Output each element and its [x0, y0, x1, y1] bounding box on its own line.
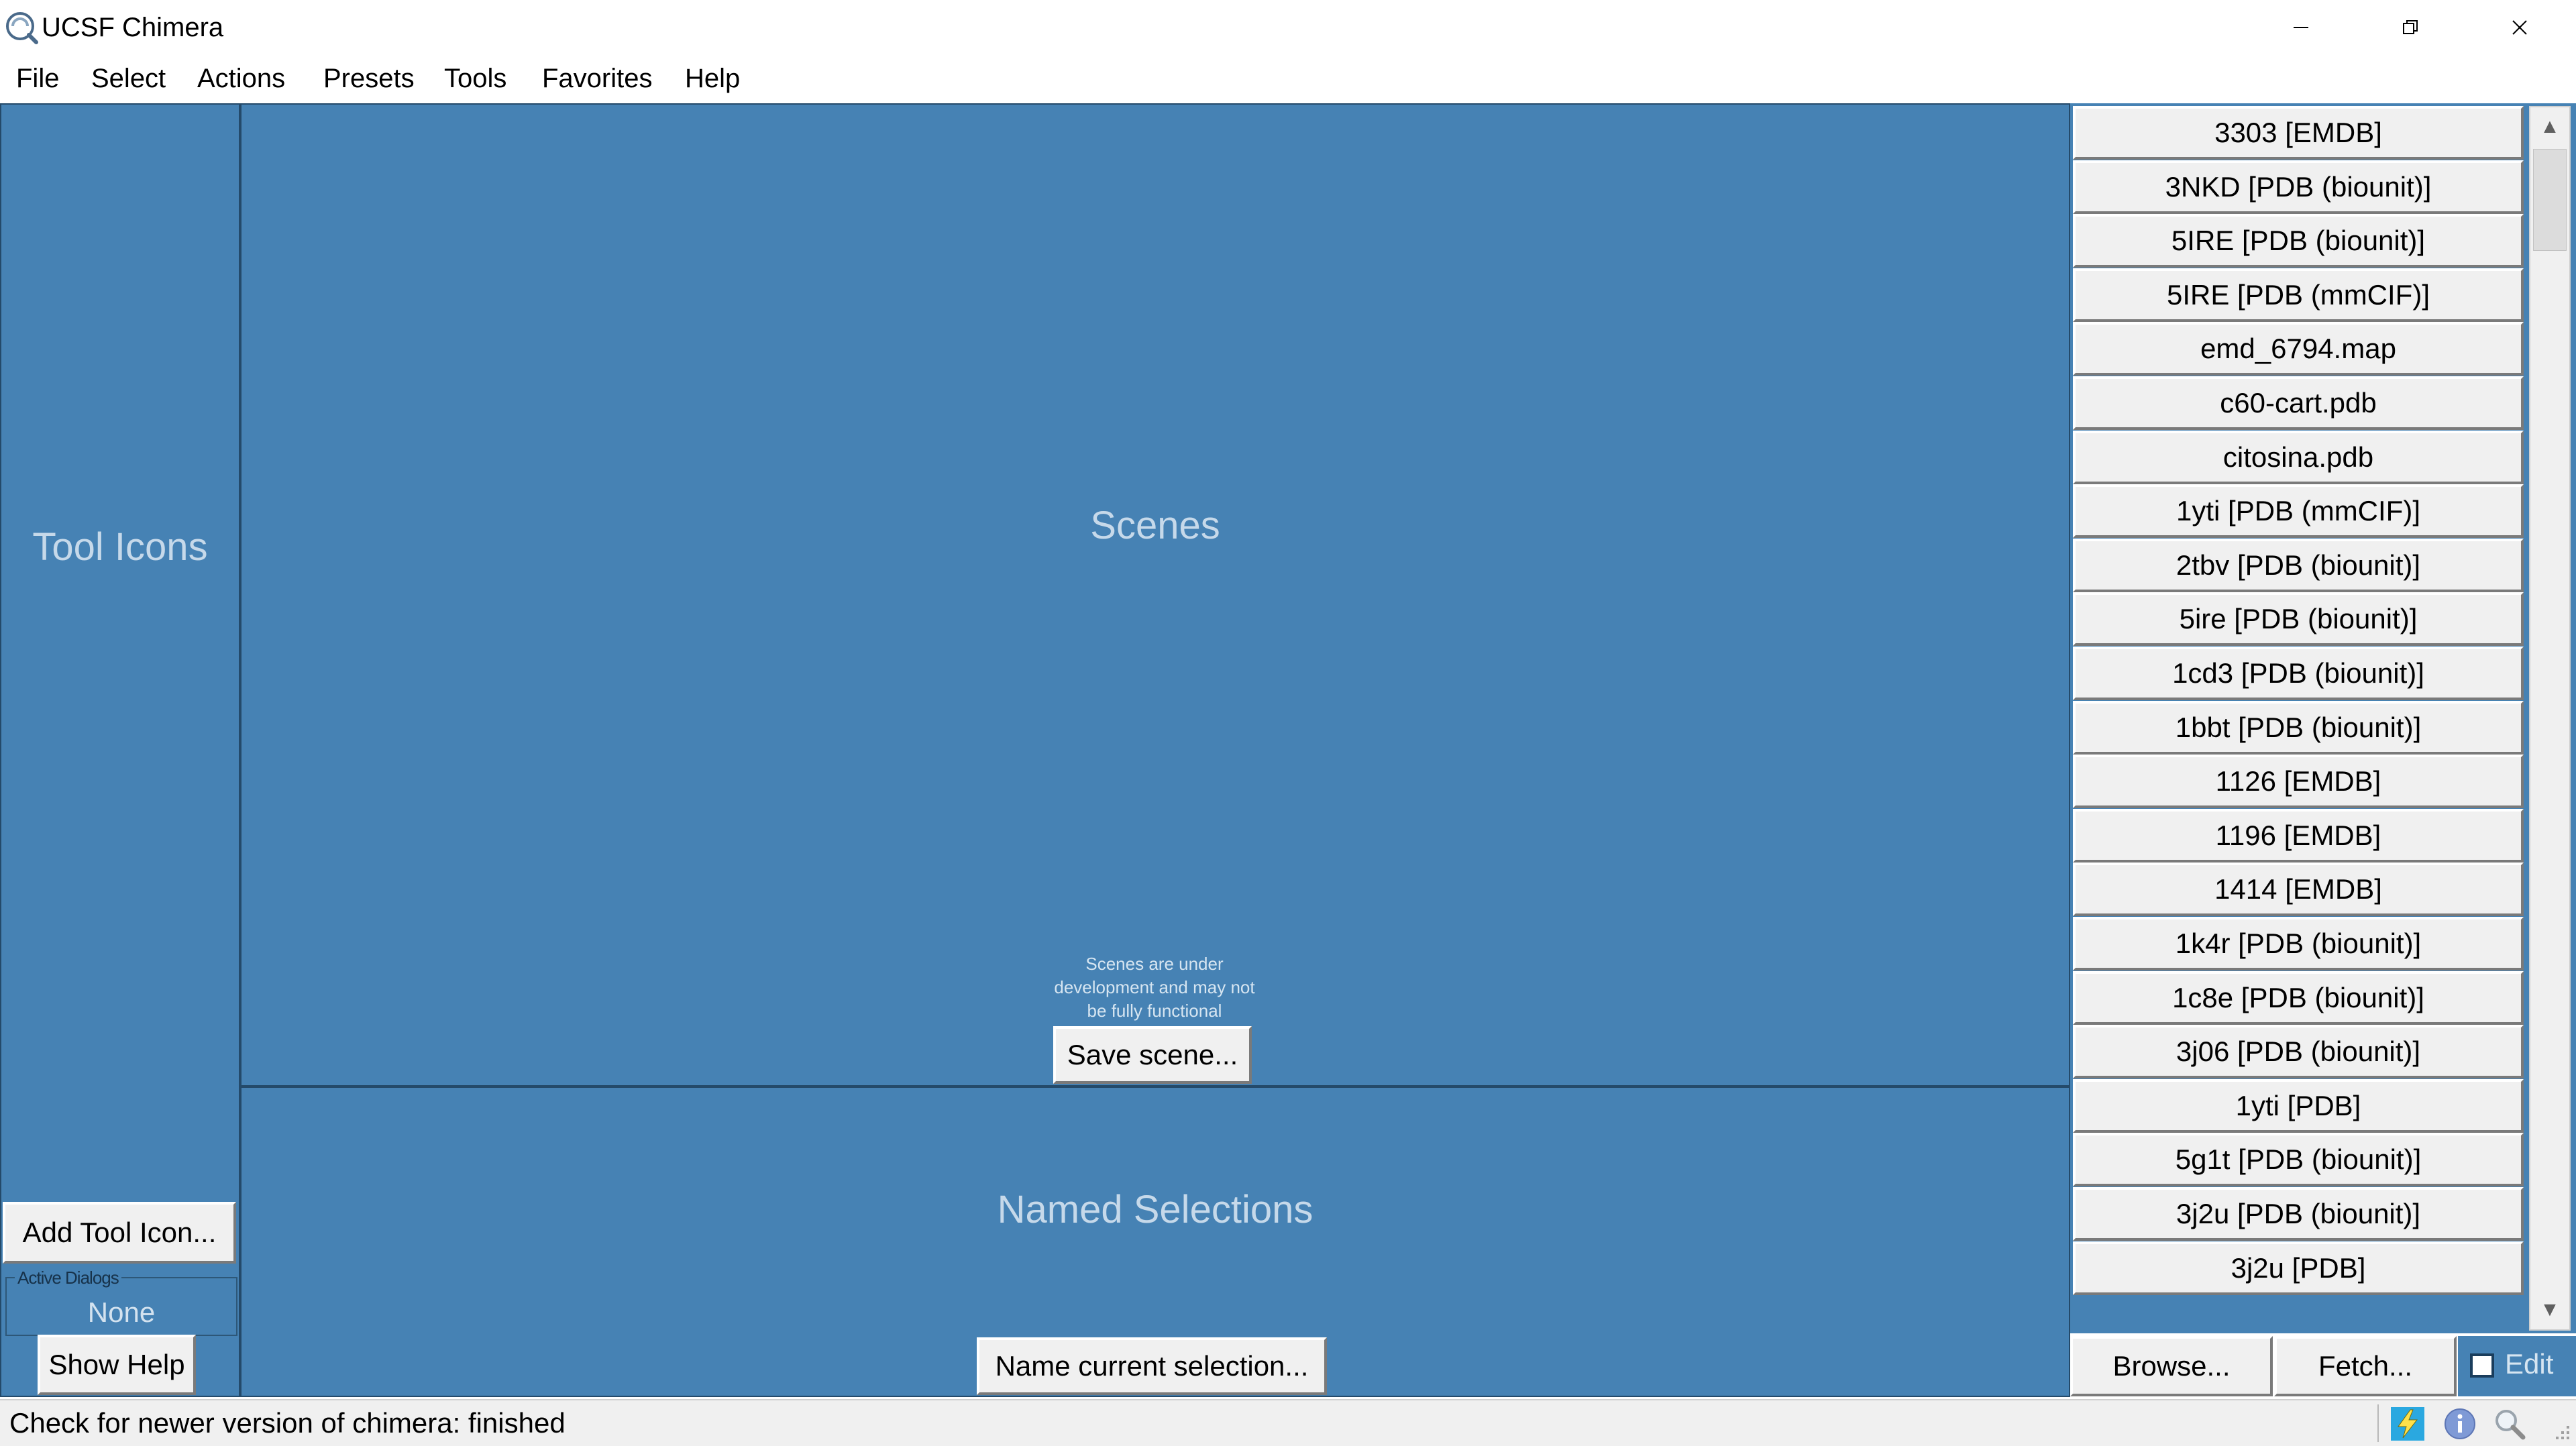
close-icon — [2512, 20, 2527, 35]
menu-file[interactable]: File — [16, 62, 59, 95]
name-current-selection-button[interactable]: Name current selection... — [977, 1337, 1327, 1395]
title-bar: UCSF Chimera — [0, 0, 2576, 55]
menu-actions[interactable]: Actions — [197, 62, 285, 95]
edit-label: Edit — [2505, 1348, 2554, 1380]
model-button[interactable]: 1k4r [PDB (biounit)] — [2073, 917, 2524, 970]
scenes-panel — [240, 103, 2070, 1087]
model-button[interactable]: 1126 [EMDB] — [2073, 755, 2524, 809]
scenes-development-note: Scenes are under development and may not… — [1054, 954, 1255, 1021]
scenes-label: Scenes — [1090, 504, 1220, 547]
browse-button[interactable]: Browse... — [2070, 1336, 2273, 1396]
restore-icon — [2403, 20, 2418, 34]
status-divider — [2377, 1404, 2379, 1442]
menu-help[interactable]: Help — [685, 62, 740, 95]
model-button[interactable]: 3j06 [PDB (biounit)] — [2073, 1025, 2524, 1079]
active-dialogs-value[interactable]: None — [5, 1296, 237, 1329]
window-title: UCSF Chimera — [42, 13, 224, 42]
menu-tools[interactable]: Tools — [444, 62, 506, 95]
minimize-button[interactable] — [2247, 0, 2355, 55]
model-list-scrollbar[interactable]: ▲ ▼ — [2529, 106, 2571, 1331]
model-button[interactable]: 1cd3 [PDB (biounit)] — [2073, 647, 2524, 700]
model-button[interactable]: 1yti [PDB] — [2073, 1078, 2524, 1133]
fetch-button[interactable]: Fetch... — [2274, 1336, 2457, 1396]
model-button[interactable]: citosina.pdb — [2073, 430, 2524, 484]
menu-favorites[interactable]: Favorites — [542, 62, 653, 95]
model-button[interactable]: 1414 [EMDB] — [2073, 863, 2524, 917]
model-button[interactable]: c60-cart.pdb — [2073, 376, 2524, 430]
model-button[interactable]: 5ire [PDB (biounit)] — [2073, 592, 2524, 647]
model-button[interactable]: 2tbv [PDB (biounit)] — [2073, 538, 2524, 592]
model-button[interactable]: 1c8e [PDB (biounit)] — [2073, 970, 2524, 1025]
edit-toggle[interactable]: Edit — [2458, 1336, 2576, 1396]
model-button[interactable]: 5g1t [PDB (biounit)] — [2073, 1133, 2524, 1187]
tool-icons-label: Tool Icons — [32, 525, 208, 569]
menu-bar: File Select Actions Presets Tools Favori… — [0, 55, 2576, 105]
active-dialogs-label: Active Dialogs — [15, 1268, 121, 1288]
model-button[interactable]: 3NKD [PDB (biounit)] — [2073, 160, 2524, 214]
menu-presets[interactable]: Presets — [323, 62, 415, 95]
menu-select[interactable]: Select — [91, 62, 166, 95]
named-selections-label: Named Selections — [997, 1188, 1313, 1231]
model-button[interactable]: 3j2u [PDB] — [2073, 1241, 2524, 1295]
info-icon[interactable] — [2442, 1406, 2478, 1442]
show-help-button[interactable]: Show Help — [38, 1335, 196, 1395]
save-scene-button[interactable]: Save scene... — [1053, 1026, 1252, 1084]
edit-checkbox[interactable] — [2470, 1353, 2494, 1378]
status-bar: Check for newer version of chimera: fini… — [0, 1399, 2576, 1446]
scroll-thumb[interactable] — [2533, 149, 2567, 251]
model-button[interactable]: 1bbt [PDB (biounit)] — [2073, 700, 2524, 755]
chimera-app-icon — [4, 10, 39, 45]
model-button[interactable]: 3303 [EMDB] — [2073, 106, 2524, 160]
resize-grip-icon[interactable] — [2552, 1422, 2571, 1441]
model-list[interactable]: 3303 [EMDB] 3NKD [PDB (biounit)] 5IRE [PDB… — [2073, 106, 2524, 1328]
model-button[interactable]: 5IRE [PDB (biounit)] — [2073, 214, 2524, 268]
model-button[interactable]: emd_6794.map — [2073, 322, 2524, 376]
model-button[interactable]: 3j2u [PDB (biounit)] — [2073, 1187, 2524, 1241]
model-button[interactable]: 1yti [PDB (mmCIF)] — [2073, 484, 2524, 539]
scroll-up-arrow-icon[interactable]: ▲ — [2530, 107, 2569, 146]
model-button[interactable]: 1196 [EMDB] — [2073, 808, 2524, 863]
magnifier-icon[interactable] — [2491, 1406, 2528, 1442]
lightning-icon[interactable] — [2390, 1406, 2426, 1442]
close-button[interactable] — [2466, 0, 2573, 55]
scroll-down-arrow-icon[interactable]: ▼ — [2530, 1290, 2569, 1329]
minimize-icon — [2294, 27, 2308, 28]
add-tool-icon-button[interactable]: Add Tool Icon... — [3, 1202, 236, 1264]
status-text: Check for newer version of chimera: fini… — [9, 1407, 566, 1439]
restore-button[interactable] — [2357, 0, 2464, 55]
model-button[interactable]: 5IRE [PDB (mmCIF)] — [2073, 268, 2524, 322]
